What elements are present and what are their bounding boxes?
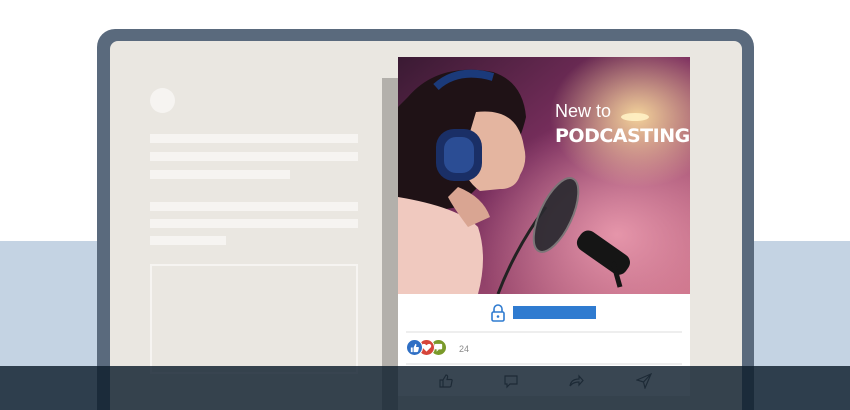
text-line-placeholder (150, 152, 358, 161)
avatar-placeholder (150, 88, 175, 113)
divider (406, 363, 682, 365)
like-reaction-icon (406, 339, 423, 356)
reactions-summary[interactable]: 24 (406, 339, 526, 359)
text-line-placeholder (150, 236, 226, 245)
link-row[interactable] (398, 302, 690, 324)
post-image[interactable]: New to PODCASTING? (398, 57, 690, 294)
headline-line-1: New to (555, 101, 612, 121)
link-text-placeholder[interactable] (513, 306, 596, 319)
text-line-placeholder (150, 134, 358, 143)
post-card[interactable]: New to PODCASTING? 24 (398, 57, 690, 396)
footer-bar (0, 366, 850, 410)
reaction-count[interactable]: 24 (459, 344, 469, 354)
card-shadow (382, 78, 398, 410)
podcaster-photo (398, 57, 690, 294)
text-line-placeholder (150, 170, 290, 179)
lock-icon (491, 304, 505, 322)
text-line-placeholder (150, 202, 358, 211)
divider (406, 331, 682, 333)
text-line-placeholder (150, 219, 358, 228)
headline-line-2: PODCASTING? (555, 125, 690, 147)
media-placeholder (150, 264, 358, 374)
